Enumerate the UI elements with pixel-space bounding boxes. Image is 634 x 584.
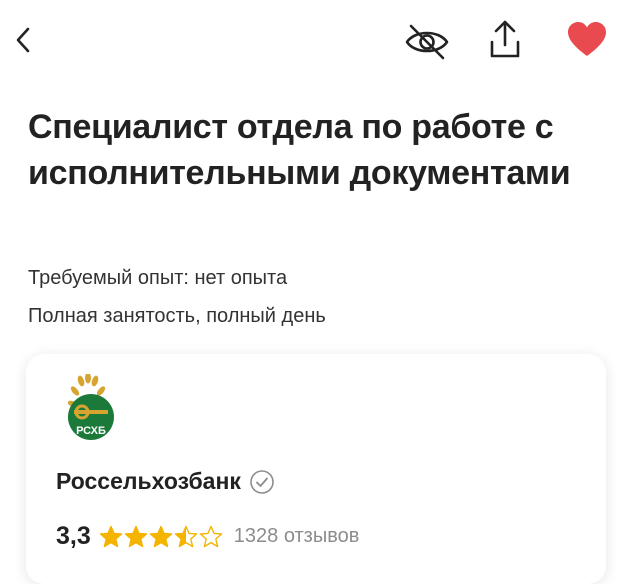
chevron-left-icon[interactable] bbox=[8, 22, 40, 58]
top-bar bbox=[0, 0, 634, 84]
star-half-icon bbox=[174, 525, 197, 547]
verified-check-icon bbox=[250, 469, 274, 494]
share-icon[interactable] bbox=[482, 16, 528, 62]
star-full-icon bbox=[149, 525, 172, 547]
company-name-row[interactable]: Россельхозбанк bbox=[56, 468, 275, 495]
star-empty-icon bbox=[199, 525, 222, 547]
rating-stars bbox=[99, 525, 224, 549]
company-rating[interactable]: 3,3 1328 отзывов bbox=[56, 522, 359, 551]
star-full-icon bbox=[99, 525, 122, 547]
rating-score: 3,3 bbox=[56, 522, 91, 550]
employment-text: Полная занятость, полный день bbox=[28, 305, 326, 327]
vacancy-title: Специалист отдела по работе с исполнител… bbox=[28, 108, 571, 192]
reviews-count[interactable]: 1328 отзывов bbox=[234, 525, 360, 548]
company-name[interactable]: Россельхозбанк bbox=[56, 468, 241, 495]
eye-off-icon[interactable] bbox=[402, 22, 452, 62]
experience-text: Требуемый опыт: нет опыта bbox=[28, 267, 288, 289]
heart-icon[interactable] bbox=[566, 20, 608, 60]
svg-text:РСХБ: РСХБ bbox=[76, 425, 106, 437]
company-logo[interactable]: РСХБ bbox=[62, 374, 120, 446]
star-full-icon bbox=[124, 525, 147, 547]
company-card[interactable]: РСХБ Россельхозбанк 3,3 1328 отзывов bbox=[26, 354, 606, 584]
